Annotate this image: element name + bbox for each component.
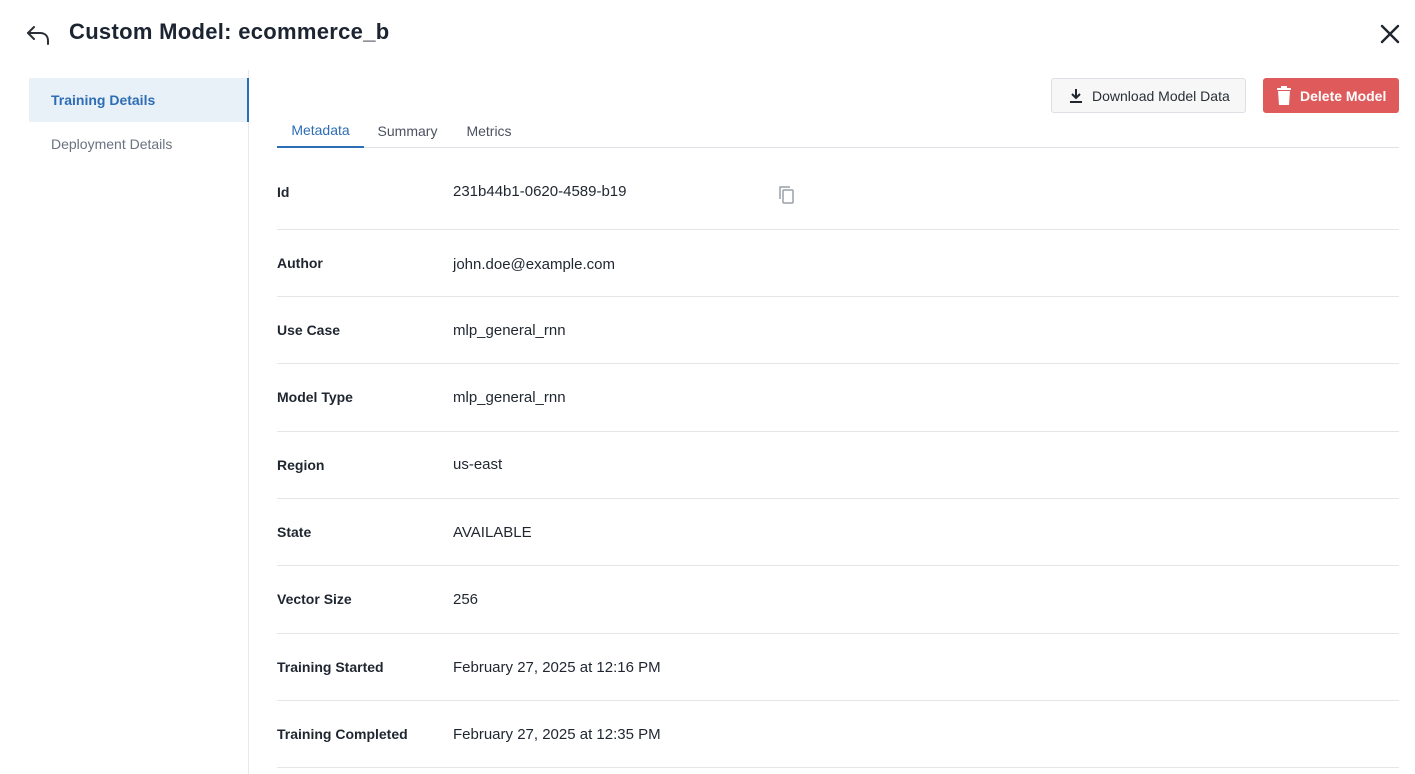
delete-model-button[interactable]: Delete Model xyxy=(1263,78,1399,113)
row-value: us-east xyxy=(453,456,503,473)
sidebar-item-training-details[interactable]: Training Details xyxy=(29,78,249,122)
row-value: AVAILABLE xyxy=(453,524,532,541)
row-label: Region xyxy=(277,457,325,473)
row-label: State xyxy=(277,524,312,540)
row-label: Training Started xyxy=(277,659,384,675)
close-button[interactable] xyxy=(1376,20,1404,48)
row-label: Model Type xyxy=(277,389,353,405)
row-value: john.doe@example.com xyxy=(453,256,615,273)
metadata-row-region: Region us-east xyxy=(277,432,1399,499)
sidebar: Training Details Deployment Details xyxy=(0,70,249,774)
metadata-row-vector-size: Vector Size 256 xyxy=(277,566,1399,634)
download-button-label: Download Model Data xyxy=(1092,87,1230,104)
sidebar-item-label: Training Details xyxy=(51,92,156,108)
row-value: February 27, 2025 at 12:16 PM xyxy=(453,659,661,676)
back-button[interactable] xyxy=(24,20,52,48)
tab-bar: Metadata Summary Metrics xyxy=(277,114,1399,148)
page-header: Custom Model: ecommerce_b xyxy=(0,0,1415,70)
undo-arrow-icon xyxy=(27,26,49,45)
row-value: 256 xyxy=(453,591,479,608)
row-label: Use Case xyxy=(277,322,341,338)
sidebar-item-deployment-details[interactable]: Deployment Details xyxy=(29,122,249,166)
main-content: Download Model Data Delete Model Metadat… xyxy=(277,70,1399,774)
close-icon xyxy=(1380,24,1400,44)
tab-label: Summary xyxy=(377,123,438,139)
tab-metrics[interactable]: Metrics xyxy=(455,114,523,148)
tab-label: Metadata xyxy=(291,122,350,138)
download-model-data-button[interactable]: Download Model Data xyxy=(1051,78,1246,113)
row-label: Id xyxy=(277,184,290,200)
metadata-row-use-case: Use Case mlp_general_rnn xyxy=(277,297,1399,364)
row-label: Vector Size xyxy=(277,591,352,607)
row-value: 231b44b1-0620-4589-b19 xyxy=(453,183,627,200)
trash-icon xyxy=(1277,85,1291,105)
metadata-row-training-completed: Training Completed February 27, 2025 at … xyxy=(277,701,1399,768)
metadata-row-state: State AVAILABLE xyxy=(277,499,1399,566)
sidebar-item-label: Deployment Details xyxy=(51,136,173,152)
download-icon xyxy=(1070,88,1082,103)
metadata-row-id: Id 231b44b1-0620-4589-b19 xyxy=(277,158,1399,230)
tab-metadata[interactable]: Metadata xyxy=(277,114,364,148)
row-value: mlp_general_rnn xyxy=(453,389,566,406)
metadata-row-model-type: Model Type mlp_general_rnn xyxy=(277,364,1399,432)
page-title: Custom Model: ecommerce_b xyxy=(69,19,390,44)
delete-button-label: Delete Model xyxy=(1300,87,1387,104)
tab-summary[interactable]: Summary xyxy=(367,114,448,148)
metadata-row-author: Author john.doe@example.com xyxy=(277,230,1399,297)
copy-icon[interactable] xyxy=(777,185,797,205)
row-value: mlp_general_rnn xyxy=(453,322,566,339)
row-label: Author xyxy=(277,255,323,271)
row-value: February 27, 2025 at 12:35 PM xyxy=(453,726,661,743)
metadata-row-training-started: Training Started February 27, 2025 at 12… xyxy=(277,634,1399,701)
tab-label: Metrics xyxy=(466,123,512,139)
row-label: Training Completed xyxy=(277,726,408,742)
